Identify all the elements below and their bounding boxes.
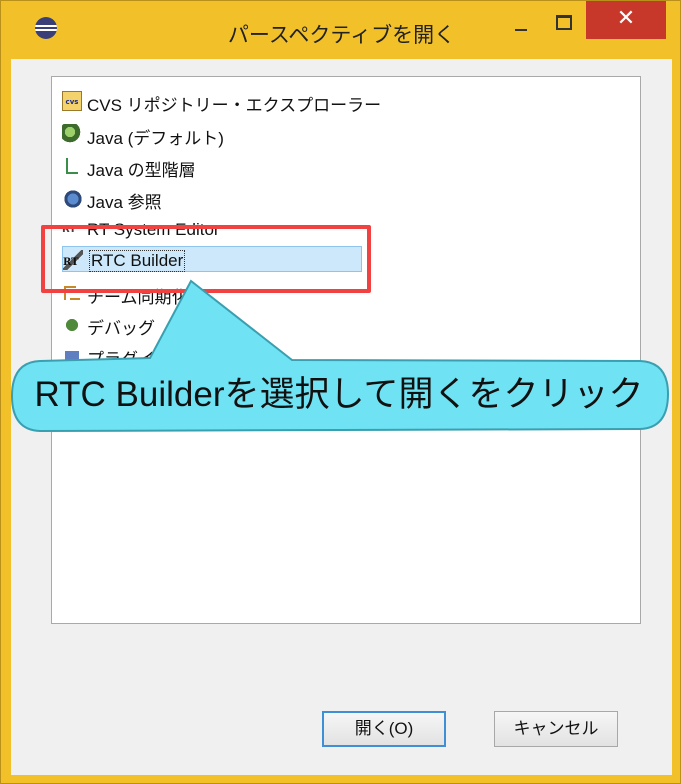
perspective-list[interactable]: cvs CVS リポジトリー・エクスプローラー Java (デフォルト) Jav… xyxy=(51,76,641,624)
list-item-label: Java 参照 xyxy=(87,193,162,212)
dialog-body: cvs CVS リポジトリー・エクスプローラー Java (デフォルト) Jav… xyxy=(11,59,672,775)
java-perspective-icon xyxy=(62,124,82,144)
debug-icon xyxy=(62,314,82,334)
list-item-label: Java (デフォルト) xyxy=(87,129,224,148)
window-title: パースペクティブを開く xyxy=(227,23,456,47)
plugin-icon xyxy=(62,345,82,365)
cvs-repository-icon: cvs xyxy=(62,91,82,111)
list-item-label: デバッグ xyxy=(87,319,155,338)
maximize-button[interactable] xyxy=(549,9,577,37)
minimize-button[interactable] xyxy=(507,9,535,37)
list-item-java-type-hierarchy[interactable]: Java の型階層 xyxy=(62,151,392,181)
cancel-button[interactable]: キャンセル xyxy=(494,711,618,747)
list-item-java-browse[interactable]: Java 参照 xyxy=(62,183,392,213)
java-browse-icon xyxy=(62,188,82,208)
close-button[interactable]: ✕ xyxy=(586,1,666,39)
callout-text: RTC Builderを選択して開くをクリック xyxy=(34,375,644,414)
list-item-label: Java の型階層 xyxy=(87,161,196,180)
list-item-java[interactable]: Java (デフォルト) xyxy=(62,119,392,149)
list-item-debug[interactable]: デバッグ xyxy=(62,309,392,339)
list-item-cvs[interactable]: cvs CVS リポジトリー・エクスプローラー xyxy=(62,86,392,116)
open-button[interactable]: 開く(O) xyxy=(322,711,446,747)
type-hierarchy-icon xyxy=(62,156,82,176)
title-bar[interactable]: パースペクティブを開く ✕ xyxy=(1,1,681,59)
list-item-label: CVS リポジトリー・エクスプローラー xyxy=(87,96,382,115)
selection-highlight-box xyxy=(41,225,371,293)
